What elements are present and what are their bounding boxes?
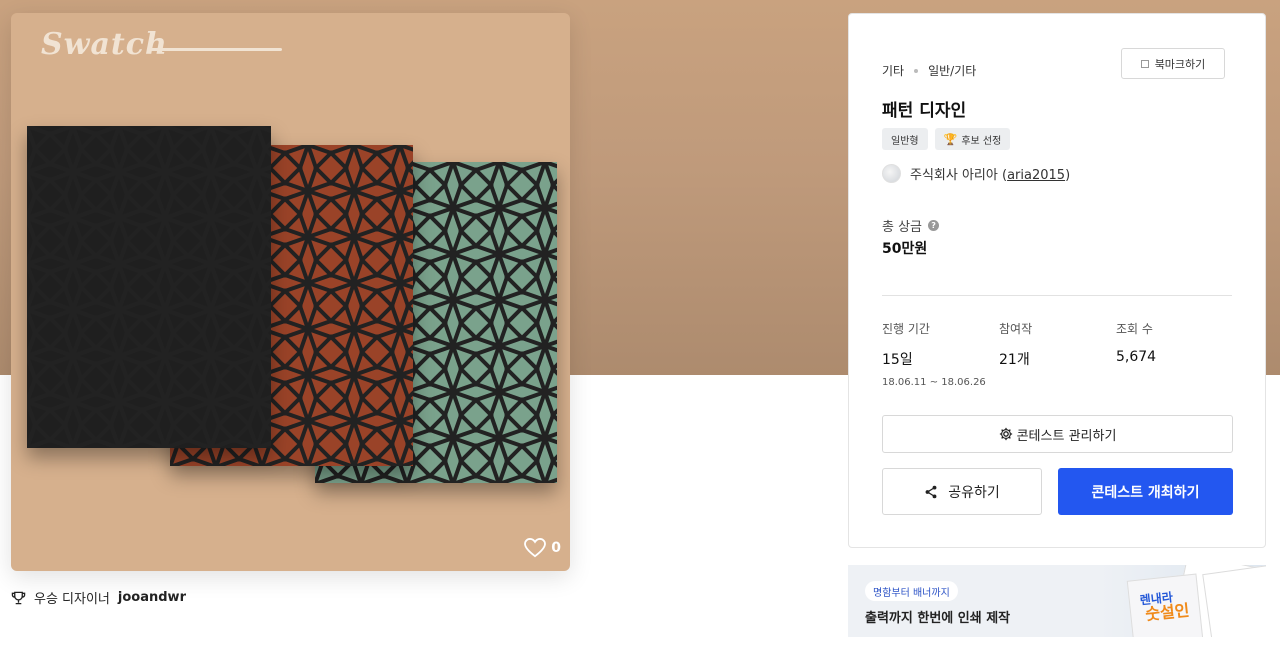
bookmark-label: 북마크하기 <box>1154 57 1206 71</box>
prize-value: 50만원 <box>882 241 928 257</box>
manage-contest-label: 콘테스트 관리하기 <box>1016 428 1117 444</box>
banner-headline: 출력까지 한번에 인쇄 제작 <box>865 611 1011 626</box>
banner-promo-line2: 숫설인 <box>1144 600 1191 625</box>
stat-views: 조회 수 5,674 <box>1116 320 1156 365</box>
stat-period-dates: 18.06.11 ~ 18.06.26 <box>882 377 986 388</box>
contest-hero-image[interactable]: Swatch 0 <box>11 13 570 571</box>
gear-icon <box>999 427 1012 441</box>
host-name: 주식회사 아리아 <box>910 168 998 183</box>
host-avatar <box>882 164 901 183</box>
stat-entries-value: 21개 <box>999 352 1030 368</box>
stat-views-value: 5,674 <box>1116 349 1157 365</box>
contest-info-card: 기타 일반/기타 북마크하기 패턴 디자인 일반형 🏆 후보 선정 주식회사 아… <box>848 13 1266 548</box>
share-label: 공유하기 <box>948 484 1000 501</box>
stat-period-value: 15일 <box>882 352 913 368</box>
banner-promo-card: 렌내라 숫설인 <box>1126 573 1204 637</box>
breadcrumb-separator <box>914 68 919 73</box>
swatch-logo: Swatch <box>41 27 168 62</box>
trophy-icon <box>11 591 26 604</box>
print-service-banner[interactable]: 명함부터 배너까지 출력까지 한번에 인쇄 제작 렌내라 숫설인 <box>848 565 1266 637</box>
share-icon <box>925 485 937 498</box>
winner-name[interactable]: jooandwr <box>118 590 186 605</box>
like-count: 0 <box>551 540 561 556</box>
stat-entries: 참여작 21개 <box>999 320 1032 369</box>
winner-label: 우승 디자이너 <box>34 592 110 607</box>
banner-pill: 명함부터 배너까지 <box>865 581 958 601</box>
heart-icon <box>524 538 547 558</box>
like-button[interactable]: 0 <box>524 538 561 558</box>
tag-candidate-label: 후보 선정 <box>961 135 1002 147</box>
bookmark-button[interactable]: 북마크하기 <box>1121 48 1225 79</box>
tag-type: 일반형 <box>882 128 928 150</box>
host-contest-button[interactable]: 콘테스트 개최하기 <box>1058 468 1233 515</box>
prize-label-text: 총 상금 <box>882 220 923 235</box>
contest-tags: 일반형 🏆 후보 선정 <box>882 128 1011 150</box>
banner-card <box>1202 565 1266 637</box>
stat-views-label: 조회 수 <box>1116 322 1153 336</box>
stat-entries-label: 참여작 <box>999 322 1033 336</box>
breadcrumb: 기타 일반/기타 <box>882 62 976 79</box>
prize-label: 총 상금 ? <box>882 216 940 235</box>
winner-designer: 우승 디자이너 jooandwr <box>11 588 186 607</box>
trophy-icon: 🏆 <box>943 132 958 146</box>
stat-period: 진행 기간 15일 18.06.11 ~ 18.06.26 <box>882 320 986 388</box>
host-handle-link[interactable]: aria2015 <box>1007 168 1065 183</box>
manage-contest-button[interactable]: 콘테스트 관리하기 <box>882 415 1233 453</box>
breadcrumb-category[interactable]: 기타 <box>882 62 904 79</box>
host-contest-label: 콘테스트 개최하기 <box>1091 484 1200 501</box>
pattern-panel-black <box>27 126 271 448</box>
bookmark-icon <box>1140 59 1149 68</box>
help-icon[interactable]: ? <box>928 220 940 231</box>
divider <box>882 295 1232 296</box>
tag-candidate: 🏆 후보 선정 <box>934 128 1011 150</box>
host-info: 주식회사 아리아 (aria2015) <box>882 164 1070 183</box>
share-button[interactable]: 공유하기 <box>882 468 1042 515</box>
breadcrumb-subcategory[interactable]: 일반/기타 <box>928 62 976 79</box>
logo-underline <box>149 48 282 51</box>
stat-period-label: 진행 기간 <box>882 322 930 336</box>
contest-title: 패턴 디자인 <box>882 101 967 121</box>
